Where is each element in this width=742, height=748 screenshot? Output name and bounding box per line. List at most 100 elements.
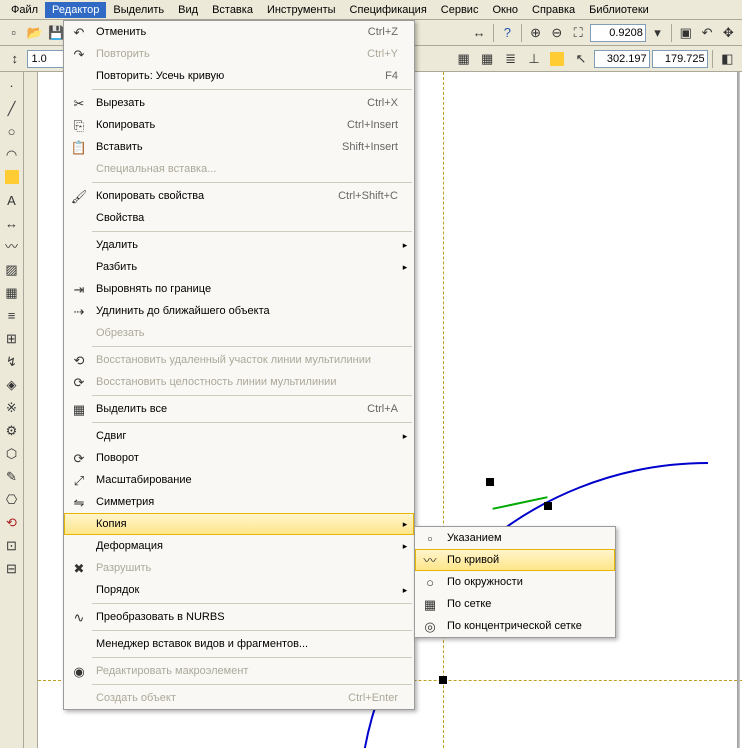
handle-center[interactable]	[439, 676, 447, 684]
editor-menu-item-25[interactable]: ⤢Масштабирование	[64, 469, 414, 491]
editor-menu-item-1: ↷ПовторитьCtrl+Y	[64, 43, 414, 65]
copy-submenu-item-3[interactable]: ▦По сетке	[415, 593, 615, 615]
editor-menu-item-2[interactable]: Повторить: Усечь кривуюF4	[64, 65, 414, 87]
menu-view[interactable]: Вид	[171, 2, 205, 18]
handle-1[interactable]	[486, 478, 494, 486]
menu-window[interactable]: Окно	[485, 2, 525, 18]
menu-service[interactable]: Сервис	[434, 2, 486, 18]
tool-a-icon[interactable]: ≡	[1, 304, 23, 326]
menu-select[interactable]: Выделить	[106, 2, 171, 18]
tool-table-icon[interactable]: ▦	[1, 281, 23, 303]
menu-label: Обрезать	[96, 327, 410, 339]
editor-menu-item-10[interactable]: Свойства	[64, 207, 414, 229]
undo-icon: ↶	[68, 23, 90, 41]
tool-e-icon[interactable]: ※	[1, 396, 23, 418]
menu-label: Свойства	[96, 212, 410, 224]
tool-rect-icon[interactable]	[1, 166, 23, 188]
zoom-fit-icon[interactable]: ⛶	[569, 22, 588, 44]
editor-menu-item-7: Специальная вставка...	[64, 158, 414, 180]
zoom-out-icon[interactable]: ⊖	[547, 22, 566, 44]
editor-menu-item-0[interactable]: ↶ОтменитьCtrl+Z	[64, 21, 414, 43]
menu-label: Порядок	[96, 584, 400, 596]
grid2-icon[interactable]: ▦	[476, 48, 497, 70]
tool-spline-icon[interactable]: 〰	[1, 235, 23, 257]
pan-icon[interactable]: ✥	[719, 22, 738, 44]
tool-l-icon[interactable]: ⊟	[1, 557, 23, 579]
copy-submenu-item-2[interactable]: ○По окружности	[415, 571, 615, 593]
tool-f-icon[interactable]: ⚙	[1, 419, 23, 441]
rotate-icon: ⟳	[68, 449, 90, 467]
editor-menu-item-28[interactable]: Деформация▸	[64, 535, 414, 557]
handle-2[interactable]	[544, 502, 552, 510]
tool-j-icon[interactable]: ⟲	[1, 511, 23, 533]
editor-menu-item-12[interactable]: Удалить▸	[64, 234, 414, 256]
grid-toggle-icon[interactable]: ▦	[453, 48, 474, 70]
editor-menu-item-15[interactable]: ⇢Удлинить до ближайшего объекта	[64, 300, 414, 322]
new-icon[interactable]: ▫	[4, 22, 23, 44]
layers-icon[interactable]: ≣	[500, 48, 521, 70]
blank-icon	[68, 427, 90, 445]
tool-k-icon[interactable]: ⊡	[1, 534, 23, 556]
menu-tools[interactable]: Инструменты	[260, 2, 343, 18]
copy-submenu-item-1[interactable]: 〰По кривой	[415, 549, 615, 571]
editor-menu-item-30[interactable]: Порядок▸	[64, 579, 414, 601]
tool-g-icon[interactable]: ⬡	[1, 442, 23, 464]
tool-dim-icon[interactable]: ↔	[1, 212, 23, 234]
menubar: Файл Редактор Выделить Вид Вставка Инстр…	[0, 0, 742, 20]
editor-menu-item-27[interactable]: Копия▸	[64, 513, 414, 535]
editor-menu-item-4[interactable]: ✂ВырезатьCtrl+X	[64, 92, 414, 114]
tool-d-icon[interactable]: ◈	[1, 373, 23, 395]
coord-mode-icon[interactable]: ↖	[570, 48, 591, 70]
menu-label: Деформация	[96, 540, 400, 552]
menu-insert[interactable]: Вставка	[205, 2, 260, 18]
tool-arc-icon[interactable]: ◠	[1, 143, 23, 165]
menu-spec[interactable]: Спецификация	[343, 2, 434, 18]
open-icon[interactable]: 📂	[25, 22, 44, 44]
menu-libraries[interactable]: Библиотеки	[582, 2, 656, 18]
blank-icon	[68, 515, 90, 533]
blank-icon	[68, 635, 90, 653]
menu-editor[interactable]: Редактор	[45, 2, 106, 18]
tool-h-icon[interactable]: ✎	[1, 465, 23, 487]
editor-menu-item-13[interactable]: Разбить▸	[64, 256, 414, 278]
tool-text-icon[interactable]: A	[1, 189, 23, 211]
zoom-prev-icon[interactable]: ↶	[697, 22, 716, 44]
tool-line-icon[interactable]: ╱	[1, 97, 23, 119]
zoom-in-icon[interactable]: ⊕	[526, 22, 545, 44]
menu-file[interactable]: Файл	[4, 2, 45, 18]
menu-label: Повторить: Усечь кривую	[96, 70, 385, 82]
menu-label: Восстановить целостность линии мультилин…	[96, 376, 410, 388]
editor-menu-item-23[interactable]: Сдвиг▸	[64, 425, 414, 447]
editor-menu-item-14[interactable]: ⇥Выровнять по границе	[64, 278, 414, 300]
tool-b-icon[interactable]: ⊞	[1, 327, 23, 349]
editor-menu-item-34[interactable]: Менеджер вставок видов и фрагментов...	[64, 633, 414, 655]
tool-i-icon[interactable]: ⎔	[1, 488, 23, 510]
zoom-scale-input[interactable]	[590, 24, 646, 42]
copy-submenu-item-0[interactable]: ▫Указанием	[415, 527, 615, 549]
tool-c-icon[interactable]: ↯	[1, 350, 23, 372]
tool-hatch-icon[interactable]: ▨	[1, 258, 23, 280]
nurbs-icon: ∿	[68, 608, 90, 626]
coord-y-input[interactable]	[652, 50, 708, 68]
editor-menu-item-9[interactable]: 🖌Копировать свойстваCtrl+Shift+C	[64, 185, 414, 207]
menu-help[interactable]: Справка	[525, 2, 582, 18]
editor-menu-item-6[interactable]: 📋ВставитьShift+Insert	[64, 136, 414, 158]
help-icon[interactable]: ?	[498, 22, 517, 44]
coord-x-input[interactable]	[594, 50, 650, 68]
zoom-sel-icon[interactable]: ▣	[676, 22, 695, 44]
editor-menu-item-16: Обрезать	[64, 322, 414, 344]
tool-point-icon[interactable]: ·	[1, 74, 23, 96]
snap2-icon[interactable]	[547, 48, 568, 70]
zoom-dropdown-icon[interactable]: ▾	[648, 22, 667, 44]
editor-menu-item-32[interactable]: ∿Преобразовать в NURBS	[64, 606, 414, 628]
editor-menu-item-26[interactable]: ⇋Симметрия	[64, 491, 414, 513]
tool-circle-icon[interactable]: ○	[1, 120, 23, 142]
snap-icon[interactable]: ↕	[4, 48, 25, 70]
editor-menu-item-24[interactable]: ⟳Поворот	[64, 447, 414, 469]
editor-menu-item-5[interactable]: ⎘КопироватьCtrl+Insert	[64, 114, 414, 136]
editor-menu-item-21[interactable]: ▦Выделить всеCtrl+A	[64, 398, 414, 420]
extra-icon[interactable]: ◧	[717, 48, 738, 70]
measure-icon[interactable]: ↔	[470, 22, 489, 44]
copy-submenu-item-4[interactable]: ◎По концентрической сетке	[415, 615, 615, 637]
ortho-icon[interactable]: ⊥	[523, 48, 544, 70]
